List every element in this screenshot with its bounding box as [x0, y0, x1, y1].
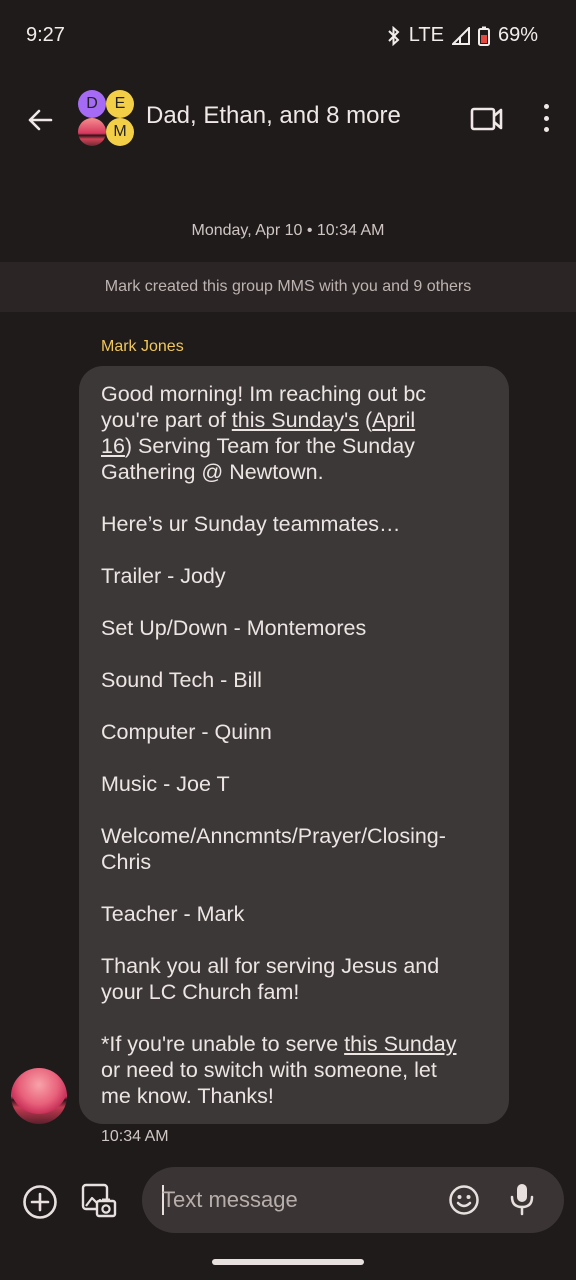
- system-notice: Mark created this group MMS with you and…: [0, 262, 576, 312]
- date-link[interactable]: April: [372, 408, 415, 432]
- message-line: Chris: [101, 850, 152, 874]
- message-line: Here’s ur Sunday teammates…: [101, 512, 401, 536]
- back-arrow-icon: [28, 109, 53, 131]
- gallery-button[interactable]: [80, 1182, 118, 1220]
- date-link[interactable]: this Sunday's: [232, 408, 359, 432]
- sender-avatar[interactable]: [11, 1068, 67, 1124]
- mic-icon: [510, 1184, 534, 1216]
- add-icon: [23, 1185, 57, 1219]
- conversation-title[interactable]: Dad, Ethan, and 8 more: [146, 102, 401, 130]
- message-line: Trailer - Jody: [101, 564, 226, 588]
- message-bubble[interactable]: Good morning! Im reaching out bc you're …: [79, 366, 509, 1124]
- date-link[interactable]: 16: [101, 434, 125, 458]
- message-line: 16) Serving Team for the Sunday: [101, 433, 487, 459]
- more-options-icon: [543, 127, 549, 132]
- message-line: me know. Thanks!: [101, 1084, 274, 1108]
- more-options-button[interactable]: [536, 100, 556, 136]
- compose-bar: [0, 1162, 576, 1242]
- message-line: you're part of this Sunday's (April: [101, 407, 487, 433]
- message-line: Teacher - Mark: [101, 902, 245, 926]
- avatar-m: M: [106, 118, 134, 146]
- message-line: Welcome/Anncmnts/Prayer/Closing-: [101, 824, 446, 848]
- battery-percent: 69%: [497, 24, 538, 46]
- video-call-icon: [470, 107, 503, 131]
- avatar-photo: [78, 118, 106, 146]
- sender-name: Mark Jones: [101, 338, 184, 355]
- message-input[interactable]: [162, 1183, 422, 1217]
- message-line: Music - Joe T: [101, 772, 230, 796]
- network-type: LTE: [408, 24, 444, 46]
- gallery-icon: [81, 1183, 117, 1218]
- message-line: *If you're unable to serve this Sunday: [101, 1031, 487, 1057]
- battery-icon: [477, 26, 490, 46]
- message-text: ) Serving Team for the Sunday: [124, 434, 415, 458]
- message-input-field[interactable]: [142, 1167, 564, 1233]
- avatar-e: E: [106, 90, 134, 118]
- back-button[interactable]: [20, 100, 60, 140]
- voice-input-button[interactable]: [508, 1182, 536, 1216]
- date-separator: Monday, Apr 10 • 10:34 AM: [191, 222, 385, 239]
- message-line: Computer - Quinn: [101, 720, 272, 744]
- emoji-icon: [449, 1185, 479, 1215]
- message-timestamp: 10:34 AM: [101, 1128, 169, 1145]
- emoji-button[interactable]: [448, 1184, 480, 1216]
- message-line: Thank you all for serving Jesus and: [101, 954, 440, 978]
- status-time: 9:27: [26, 24, 65, 46]
- conversation-header: D E M Dad, Ethan, and 8 more: [0, 82, 576, 154]
- status-icons: LTE 69%: [387, 24, 538, 47]
- message-line: Good morning! Im reaching out bc: [101, 382, 427, 406]
- message-line: Set Up/Down - Montemores: [101, 616, 367, 640]
- message-text: you're part of: [101, 408, 232, 432]
- more-options-icon: [543, 104, 549, 109]
- message-line: your LC Church fam!: [101, 980, 300, 1004]
- message-line: or need to switch with someone, let: [101, 1058, 437, 1082]
- more-options-icon: [543, 115, 549, 121]
- gesture-navigation-bar[interactable]: [212, 1259, 364, 1265]
- group-avatar[interactable]: D E M: [78, 90, 136, 148]
- signal-icon: [451, 26, 470, 45]
- message-text: (: [359, 408, 373, 432]
- add-attachment-button[interactable]: [22, 1184, 58, 1220]
- message-line: Sound Tech - Bill: [101, 668, 262, 692]
- avatar-d: D: [78, 90, 106, 118]
- date-link[interactable]: this Sunday: [344, 1032, 456, 1056]
- status-bar: 9:27 LTE 69%: [0, 0, 576, 72]
- message-text: *If you're unable to serve: [101, 1032, 345, 1056]
- bluetooth-icon: [387, 25, 401, 46]
- message-line: Gathering @ Newtown.: [101, 460, 324, 484]
- system-notice-text: Mark created this group MMS with you and…: [104, 278, 472, 295]
- video-call-button[interactable]: [470, 104, 504, 134]
